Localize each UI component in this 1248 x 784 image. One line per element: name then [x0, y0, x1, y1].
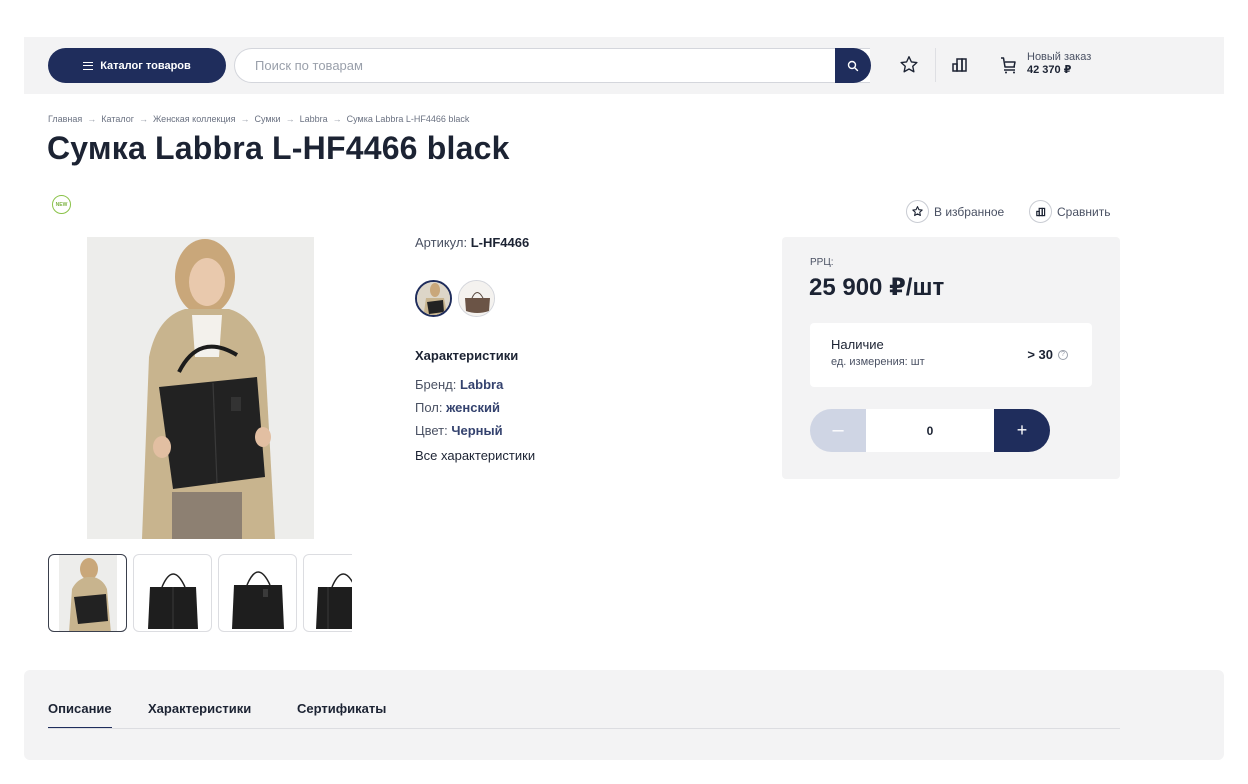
- quantity-value[interactable]: 0: [866, 409, 994, 452]
- thumbnail-photo: [59, 555, 117, 631]
- breadcrumb-item[interactable]: Labbra: [300, 114, 328, 124]
- compare-header-button[interactable]: [947, 52, 973, 78]
- cart-title: Новый заказ: [1027, 51, 1092, 63]
- article-label: Артикул:: [415, 235, 471, 250]
- favorites-label: В избранное: [934, 204, 1005, 219]
- header-divider: [935, 48, 936, 82]
- characteristic-value: женский: [446, 400, 500, 415]
- breadcrumb-separator: →: [332, 114, 342, 124]
- menu-icon: [83, 61, 94, 70]
- tabs-divider: [48, 728, 1120, 729]
- cart-summary[interactable]: Новый заказ 42 370 ₽: [1027, 51, 1091, 77]
- breadcrumb-item[interactable]: Главная: [48, 114, 82, 124]
- thumbnail-photo: [148, 573, 198, 629]
- article-value: L-HF4466: [470, 235, 530, 250]
- characteristic-value: Labbra: [459, 377, 504, 392]
- swatch-image: [417, 282, 450, 315]
- characteristic-brand: Бренд: Labbra: [415, 377, 503, 392]
- characteristic-gender: Пол: женский: [415, 400, 500, 415]
- compare-label: Сравнить: [1057, 204, 1111, 219]
- breadcrumb-separator: →: [138, 114, 148, 124]
- swatch-image: [459, 281, 494, 316]
- color-swatch[interactable]: [415, 280, 452, 317]
- product-photo: [87, 237, 314, 539]
- stock-card: Наличие ед. измерения: шт > 30 ?: [810, 323, 1092, 387]
- cart-button[interactable]: [996, 52, 1022, 78]
- rrc-label: РРЦ:: [810, 257, 834, 268]
- page: Каталог товаров Поиск по товарам Новый з…: [0, 0, 1248, 784]
- unit-label: ед. измерения: шт: [831, 356, 925, 368]
- search-input[interactable]: [255, 58, 815, 73]
- page-title: Сумка Labbra L-HF4466 black: [47, 130, 510, 166]
- cart-icon: [1001, 57, 1016, 74]
- compare-icon: [952, 58, 967, 72]
- thumbnail[interactable]: [303, 554, 352, 632]
- stock-amount: > 30 ?: [1027, 347, 1068, 362]
- add-to-compare-button[interactable]: Сравнить: [1029, 200, 1110, 223]
- new-badge: NEW: [52, 195, 71, 214]
- tab-description[interactable]: Описание: [48, 701, 112, 729]
- catalog-button[interactable]: Каталог товаров: [48, 48, 226, 83]
- article-number: Артикул: L-HF4466: [415, 235, 529, 250]
- thumbnail-photo: [316, 573, 352, 629]
- help-icon[interactable]: ?: [1058, 349, 1068, 360]
- breadcrumb-item[interactable]: Каталог: [101, 114, 134, 124]
- favorites-button[interactable]: [896, 52, 922, 78]
- thumbnail[interactable]: [218, 554, 297, 632]
- stock-label: Наличие: [831, 337, 884, 352]
- color-swatch[interactable]: [458, 280, 495, 317]
- breadcrumb-current: Сумка Labbra L-HF4466 black: [346, 114, 470, 124]
- thumbnail-photo: [232, 571, 284, 629]
- star-icon: [906, 200, 929, 223]
- breadcrumb-separator: →: [87, 114, 97, 124]
- characteristic-label: Бренд:: [415, 377, 460, 392]
- color-swatches: [415, 280, 495, 317]
- thumbnail[interactable]: [133, 554, 212, 632]
- characteristic-label: Цвет:: [415, 423, 452, 438]
- price-panel: РРЦ: 25 900 ₽/шт Наличие ед. измерения: …: [782, 237, 1120, 479]
- breadcrumb: Главная → Каталог → Женская коллекция → …: [48, 114, 469, 124]
- search-icon: [847, 60, 859, 71]
- increase-button[interactable]: +: [994, 409, 1050, 452]
- header-bar: Каталог товаров Поиск по товарам Новый з…: [24, 37, 1224, 94]
- add-to-favorites-button[interactable]: В избранное: [906, 200, 1004, 223]
- thumbnail-strip: [48, 554, 352, 632]
- breadcrumb-separator: →: [285, 114, 295, 124]
- characteristics-title: Характеристики: [415, 348, 519, 363]
- decrease-button[interactable]: –: [810, 409, 866, 452]
- quantity-stepper: – 0 +: [810, 409, 1050, 452]
- tab-characteristics[interactable]: Характеристики: [148, 701, 251, 716]
- product-main-image[interactable]: [87, 237, 314, 539]
- stock-value: > 30: [1027, 347, 1053, 362]
- thumbnail[interactable]: [48, 554, 127, 632]
- search-button[interactable]: [835, 48, 871, 83]
- search-field: [234, 48, 870, 83]
- characteristic-value: Черный: [451, 423, 503, 438]
- star-icon: [900, 56, 918, 73]
- all-characteristics-link[interactable]: Все характеристики: [415, 448, 535, 463]
- catalog-button-label: Каталог товаров: [100, 59, 191, 72]
- compare-icon: [1029, 200, 1052, 223]
- tabs-panel: Описание Характеристики Сертификаты: [24, 670, 1224, 760]
- breadcrumb-item[interactable]: Женская коллекция: [153, 114, 236, 124]
- tab-certificates[interactable]: Сертификаты: [297, 701, 386, 716]
- price-value: 25 900 ₽/шт: [809, 274, 945, 301]
- breadcrumb-item[interactable]: Сумки: [255, 114, 281, 124]
- characteristic-color: Цвет: Черный: [415, 423, 503, 438]
- breadcrumb-separator: →: [240, 114, 250, 124]
- characteristic-label: Пол:: [415, 400, 447, 415]
- cart-total: 42 370 ₽: [1027, 64, 1072, 76]
